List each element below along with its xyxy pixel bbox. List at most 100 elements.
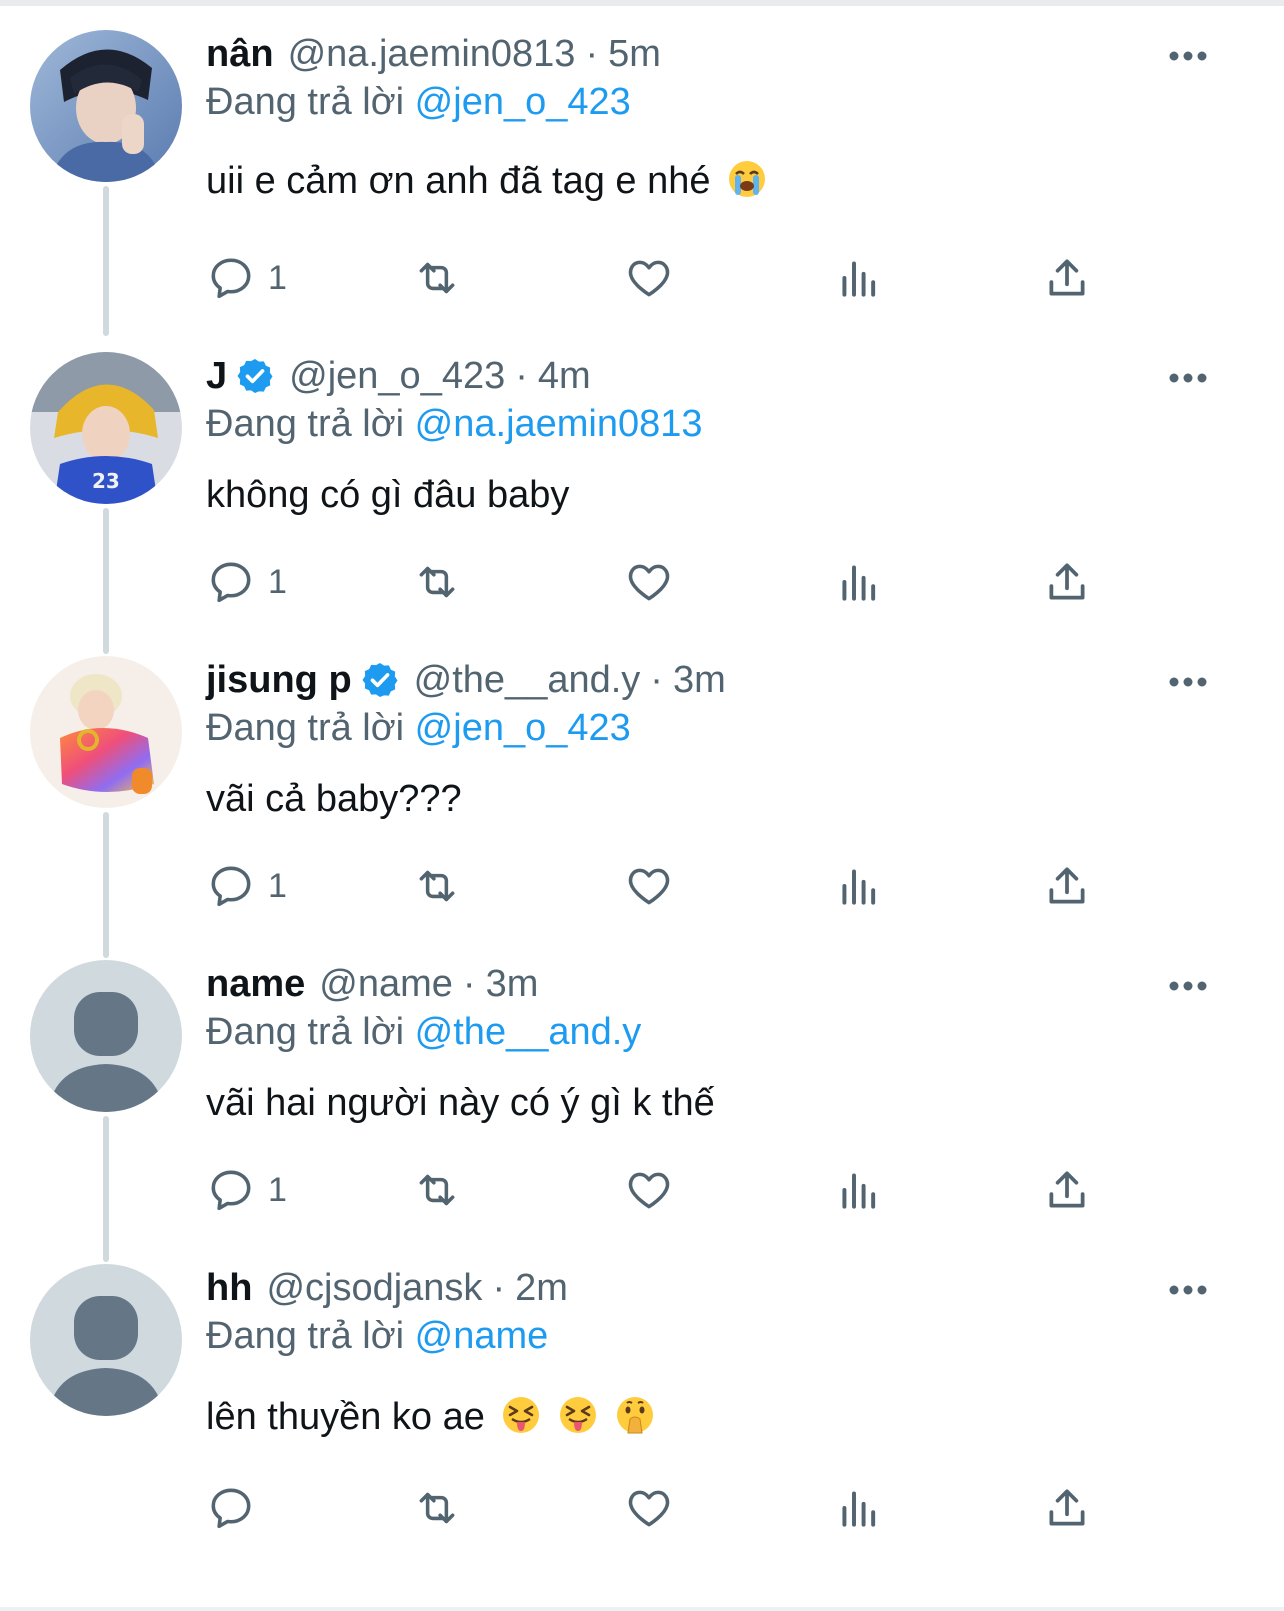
verified-badge-icon [235, 356, 275, 396]
avatar[interactable] [30, 656, 182, 808]
display-name[interactable]: jisung p [206, 656, 352, 704]
separator-dot: · [650, 659, 663, 701]
display-name[interactable]: name [206, 960, 305, 1008]
user-handle[interactable]: @jen_o_423 [289, 352, 505, 400]
more-icon [1169, 981, 1207, 991]
timestamp[interactable]: 2m [515, 1264, 568, 1312]
like-icon [628, 260, 670, 297]
mention-link[interactable]: @na.jaemin0813 [415, 403, 703, 445]
reply-tweet[interactable]: 23 J @jen_o_423 · 4m Đang trả lời @na.ja… [0, 352, 1284, 652]
reply-tweet[interactable]: name @name · 3m Đang trả lời @the__and.y… [0, 960, 1284, 1260]
more-icon [1169, 677, 1207, 687]
reply-count: 1 [268, 866, 287, 905]
user-handle[interactable]: @cjsodjansk [266, 1264, 482, 1312]
retweet-button[interactable] [412, 856, 462, 916]
avatar[interactable] [30, 960, 182, 1112]
replying-to: Đang trả lời @name [206, 1312, 1224, 1362]
separator-dot: · [585, 33, 599, 75]
more-options-button[interactable] [1152, 36, 1224, 76]
more-icon [1169, 51, 1207, 61]
retweet-button[interactable] [412, 1478, 462, 1538]
share-icon [1049, 259, 1085, 296]
views-button[interactable] [834, 1160, 884, 1220]
retweet-icon [419, 566, 455, 598]
timestamp[interactable]: 4m [538, 352, 591, 400]
display-name[interactable]: hh [206, 1264, 252, 1312]
share-button[interactable] [1042, 248, 1092, 308]
more-options-button[interactable] [1152, 966, 1224, 1006]
avatar[interactable]: 23 [30, 352, 182, 504]
retweet-button[interactable] [412, 248, 462, 308]
retweet-button[interactable] [412, 1160, 462, 1220]
reply-button[interactable]: 1 [206, 248, 287, 308]
reply-button[interactable]: 1 [206, 552, 287, 612]
action-bar: 1 [206, 552, 1106, 612]
tweet-header: name @name · 3m [206, 960, 1224, 1008]
tweet-text: uii e cảm ơn anh đã tag e nhé [206, 156, 1224, 212]
more-icon [1169, 1285, 1207, 1295]
reply-button[interactable]: 1 [206, 856, 287, 916]
tweet-text-content: lên thuyền ko ae [206, 1396, 485, 1438]
views-button[interactable] [834, 1478, 884, 1538]
like-button[interactable] [624, 248, 674, 308]
more-options-button[interactable] [1152, 662, 1224, 702]
views-button[interactable] [834, 248, 884, 308]
reply-tweet[interactable]: hh @cjsodjansk · 2m Đang trả lời @name l… [0, 1264, 1284, 1564]
timestamp[interactable]: 3m [486, 960, 539, 1008]
tweet-header: J @jen_o_423 · 4m [206, 352, 1224, 400]
top-divider [0, 0, 1284, 6]
share-button[interactable] [1042, 552, 1092, 612]
more-options-button[interactable] [1152, 1270, 1224, 1310]
avatar[interactable] [30, 30, 182, 182]
separator-dot: · [462, 963, 476, 1005]
like-button[interactable] [624, 1160, 674, 1220]
like-button[interactable] [624, 1478, 674, 1538]
user-handle[interactable]: @the__and.y [414, 656, 641, 704]
action-bar: 1 [206, 1160, 1106, 1220]
reply-tweet[interactable]: nân @na.jaemin0813 · 5m Đang trả lời @je… [0, 30, 1284, 330]
default-avatar-icon [30, 960, 182, 1112]
mention-link[interactable]: @jen_o_423 [415, 81, 631, 123]
more-options-button[interactable] [1152, 358, 1224, 398]
display-name[interactable]: J [206, 352, 227, 400]
views-button[interactable] [834, 552, 884, 612]
share-button[interactable] [1042, 856, 1092, 916]
replying-to: Đang trả lời @the__and.y [206, 1008, 1224, 1058]
retweet-icon [419, 1492, 455, 1524]
retweet-icon [419, 262, 455, 294]
display-name[interactable]: nân [206, 30, 274, 78]
user-handle[interactable]: @name [319, 960, 453, 1008]
share-button[interactable] [1042, 1478, 1092, 1538]
mention-link[interactable]: @name [415, 1315, 549, 1357]
reply-count: 1 [268, 258, 287, 297]
views-icon [842, 1491, 876, 1527]
replying-to-label: Đang trả lời [206, 707, 405, 749]
separator-dot: · [515, 355, 528, 397]
reply-button[interactable] [206, 1478, 268, 1538]
face-with-hand-over-mouth-emoji [615, 1395, 655, 1448]
reply-button[interactable]: 1 [206, 1160, 287, 1220]
user-handle[interactable]: @na.jaemin0813 [288, 30, 576, 78]
avatar[interactable] [30, 1264, 182, 1416]
replying-to-label: Đang trả lời [206, 403, 405, 445]
like-button[interactable] [624, 856, 674, 916]
replying-to: Đang trả lời @jen_o_423 [206, 704, 1224, 754]
like-icon [628, 1172, 670, 1209]
timestamp[interactable]: 3m [673, 656, 726, 704]
like-button[interactable] [624, 552, 674, 612]
share-button[interactable] [1042, 1160, 1092, 1220]
views-button[interactable] [834, 856, 884, 916]
mention-link[interactable]: @the__and.y [415, 1011, 642, 1053]
replying-to-label: Đang trả lời [206, 1315, 405, 1357]
reply-tweet[interactable]: jisung p @the__and.y · 3m Đang trả lời @… [0, 656, 1284, 956]
reply-icon [211, 1170, 251, 1211]
timestamp[interactable]: 5m [608, 30, 661, 78]
share-icon [1049, 1171, 1085, 1208]
tweet-text: vãi cả baby??? [206, 774, 1224, 824]
tweet-header: nân @na.jaemin0813 · 5m [206, 30, 1224, 78]
retweet-button[interactable] [412, 552, 462, 612]
action-bar: 1 [206, 856, 1106, 916]
tweet-text-content: uii e cảm ơn anh đã tag e nhé [206, 160, 711, 202]
share-icon [1049, 867, 1085, 904]
mention-link[interactable]: @jen_o_423 [415, 707, 631, 749]
